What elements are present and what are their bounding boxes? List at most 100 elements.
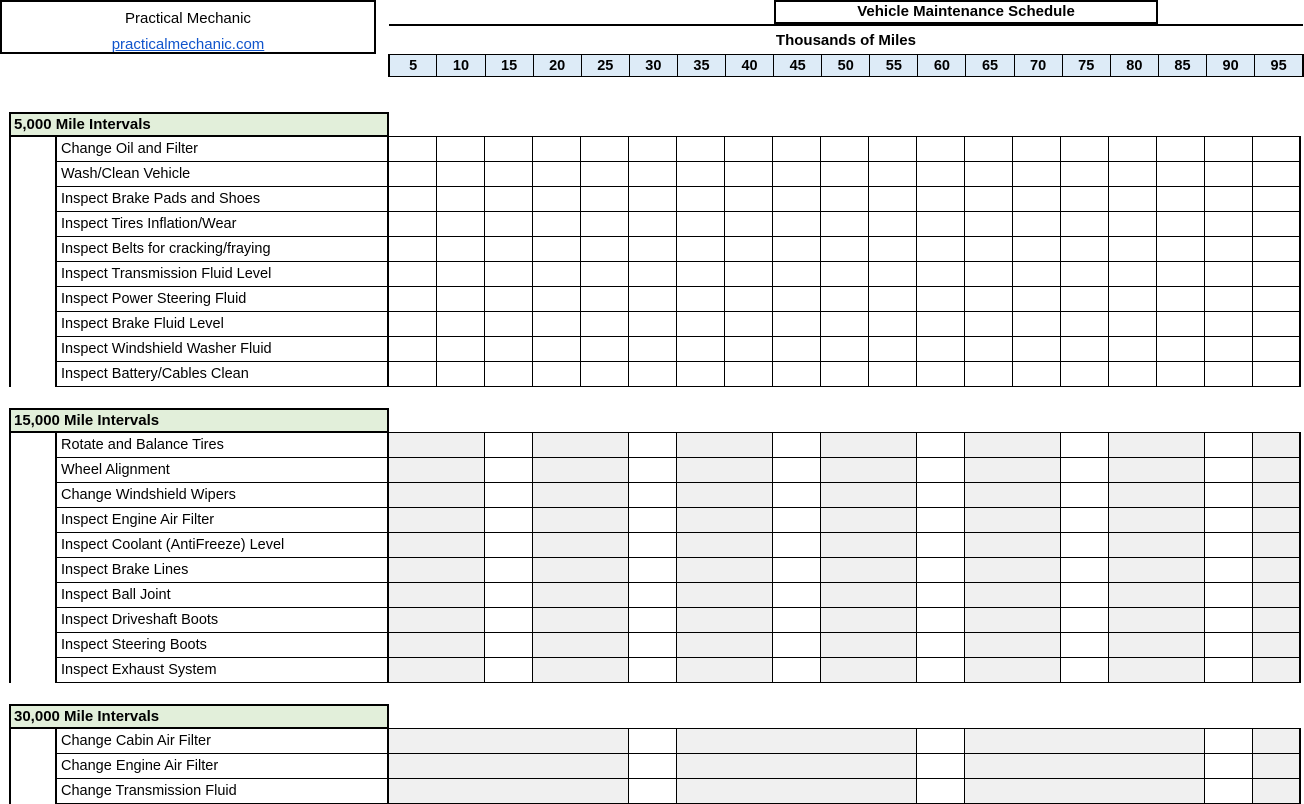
inactive-cell[interactable] [724,632,772,658]
service-cell[interactable] [1107,336,1157,362]
service-cell[interactable] [1251,336,1301,362]
inactive-cell[interactable] [436,753,484,779]
service-cell[interactable] [1203,211,1253,237]
service-cell[interactable] [483,582,533,608]
service-cell[interactable] [819,161,869,187]
inactive-cell[interactable] [580,457,628,483]
service-cell[interactable] [627,361,677,387]
inactive-cell[interactable] [1108,753,1156,779]
inactive-cell[interactable] [387,482,436,508]
service-cell[interactable] [915,482,965,508]
inactive-cell[interactable] [387,557,436,583]
service-cell[interactable] [387,135,437,162]
service-cell[interactable] [915,753,965,779]
service-cell[interactable] [867,311,917,337]
inactive-cell[interactable] [387,532,436,558]
service-cell[interactable] [483,361,533,387]
service-cell[interactable] [627,186,677,212]
service-cell[interactable] [1155,361,1205,387]
service-cell[interactable] [915,582,965,608]
service-cell[interactable] [915,557,965,583]
inactive-cell[interactable] [868,457,916,483]
service-cell[interactable] [579,361,629,387]
service-cell[interactable] [627,557,677,583]
service-cell[interactable] [627,457,677,483]
inactive-cell[interactable] [963,778,1012,804]
inactive-cell[interactable] [868,507,916,533]
inactive-cell[interactable] [868,532,916,558]
inactive-cell[interactable] [532,753,580,779]
inactive-cell[interactable] [1156,431,1204,458]
service-cell[interactable] [1011,186,1061,212]
inactive-cell[interactable] [1012,657,1060,683]
inactive-cell[interactable] [1060,753,1108,779]
service-cell[interactable] [1203,532,1253,558]
inactive-cell[interactable] [675,632,724,658]
inactive-cell[interactable] [1251,532,1301,558]
inactive-cell[interactable] [820,778,868,804]
service-cell[interactable] [1107,161,1157,187]
service-cell[interactable] [579,161,629,187]
service-cell[interactable] [1203,632,1253,658]
service-cell[interactable] [1107,286,1157,312]
service-cell[interactable] [1203,261,1253,287]
inactive-cell[interactable] [724,582,772,608]
inactive-cell[interactable] [1107,632,1156,658]
service-cell[interactable] [1155,211,1205,237]
service-cell[interactable] [963,336,1013,362]
inactive-cell[interactable] [1107,457,1156,483]
service-cell[interactable] [435,261,485,287]
service-cell[interactable] [1011,161,1061,187]
service-cell[interactable] [819,186,869,212]
service-cell[interactable] [675,161,725,187]
service-cell[interactable] [627,135,677,162]
service-cell[interactable] [1203,482,1253,508]
service-cell[interactable] [531,286,581,312]
inactive-cell[interactable] [1251,632,1301,658]
inactive-cell[interactable] [1012,582,1060,608]
service-cell[interactable] [627,753,677,779]
service-cell[interactable] [1011,211,1061,237]
inactive-cell[interactable] [1251,753,1301,779]
service-cell[interactable] [531,186,581,212]
inactive-cell[interactable] [963,632,1012,658]
service-cell[interactable] [1155,135,1205,162]
service-cell[interactable] [1059,186,1109,212]
service-cell[interactable] [531,311,581,337]
service-cell[interactable] [1203,336,1253,362]
inactive-cell[interactable] [1156,727,1204,754]
service-cell[interactable] [1011,311,1061,337]
service-cell[interactable] [1203,607,1253,633]
service-cell[interactable] [915,361,965,387]
inactive-cell[interactable] [819,632,868,658]
inactive-cell[interactable] [1107,532,1156,558]
service-cell[interactable] [723,236,773,262]
service-cell[interactable] [627,211,677,237]
service-cell[interactable] [531,161,581,187]
service-cell[interactable] [915,261,965,287]
inactive-cell[interactable] [436,657,484,683]
service-cell[interactable] [867,236,917,262]
service-cell[interactable] [1251,261,1301,287]
service-cell[interactable] [723,135,773,162]
service-cell[interactable] [483,211,533,237]
service-cell[interactable] [483,186,533,212]
inactive-cell[interactable] [1156,657,1204,683]
service-cell[interactable] [915,211,965,237]
service-cell[interactable] [1155,236,1205,262]
service-cell[interactable] [1011,286,1061,312]
service-cell[interactable] [963,161,1013,187]
inactive-cell[interactable] [1107,582,1156,608]
inactive-cell[interactable] [436,431,484,458]
service-cell[interactable] [483,482,533,508]
service-cell[interactable] [915,607,965,633]
service-cell[interactable] [1059,261,1109,287]
inactive-cell[interactable] [1107,557,1156,583]
service-cell[interactable] [579,236,629,262]
service-cell[interactable] [1251,361,1301,387]
inactive-cell[interactable] [1251,582,1301,608]
service-cell[interactable] [771,632,821,658]
service-cell[interactable] [1251,286,1301,312]
service-cell[interactable] [963,186,1013,212]
service-cell[interactable] [627,336,677,362]
